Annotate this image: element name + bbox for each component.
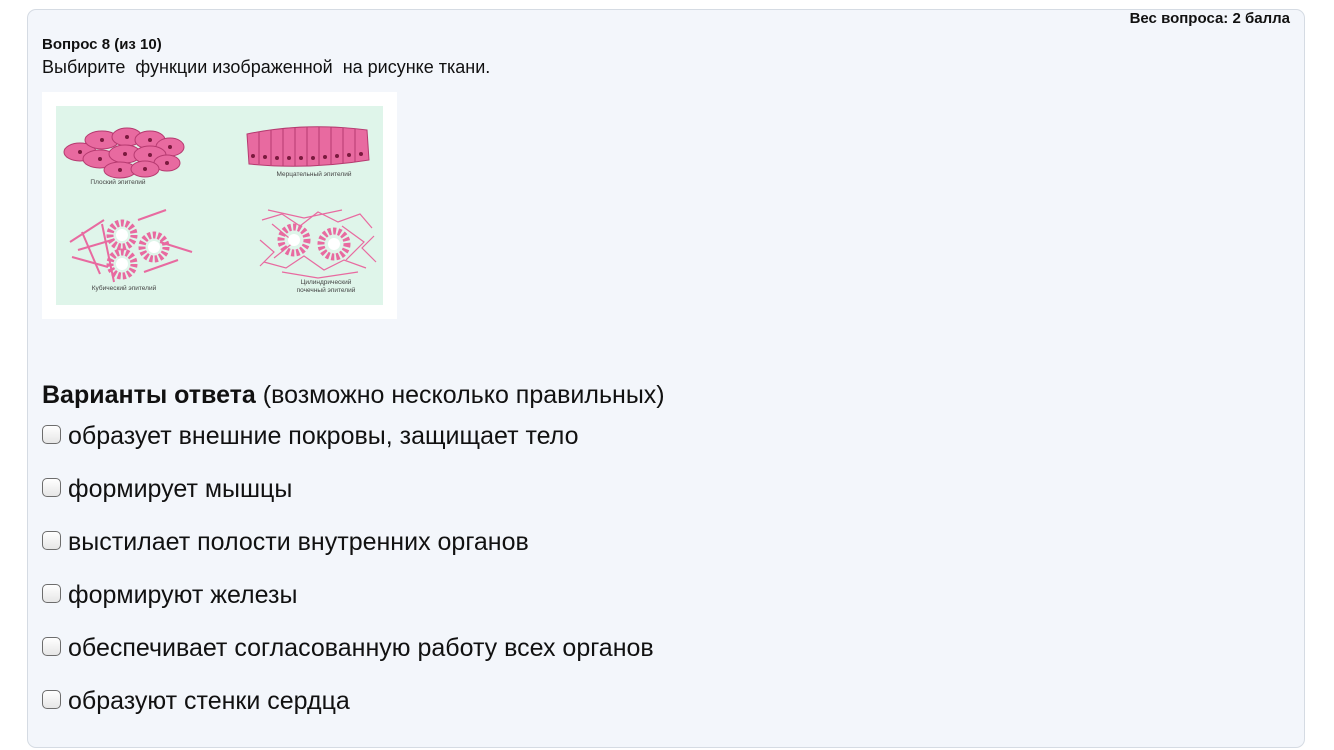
caption-cylindrical-line2: почечный эпителий <box>297 286 356 294</box>
answers-heading: Варианты ответа (возможно несколько прав… <box>42 381 665 410</box>
caption-cubic: Кубический эпителий <box>92 284 157 292</box>
checkbox[interactable] <box>42 690 61 709</box>
answer-options: образует внешние покровы, защищает тело … <box>42 419 654 737</box>
checkbox[interactable] <box>42 584 61 603</box>
answer-option-2[interactable]: формирует мышцы <box>42 472 654 525</box>
ciliated-epithelium-drawing <box>246 126 370 167</box>
answer-option-4[interactable]: формируют железы <box>42 578 654 631</box>
checkbox[interactable] <box>42 637 61 656</box>
answer-option-label[interactable]: выстилает полости внутренних органов <box>68 525 529 559</box>
caption-flat: Плоский эпителий <box>90 178 146 186</box>
checkbox[interactable] <box>42 425 61 444</box>
question-number: Вопрос 8 (из 10) <box>42 36 162 53</box>
question-weight: Вес вопроса: 2 балла <box>1129 10 1290 27</box>
answer-option-label[interactable]: образует внешние покровы, защищает тело <box>68 419 578 453</box>
answers-heading-bold: Варианты ответа <box>42 381 256 409</box>
caption-ciliated: Мерцательный эпителий <box>277 170 352 178</box>
caption-cylindrical-line1: Цилиндрический <box>301 278 352 286</box>
tissue-figure: Плоский эпителий Мерцательный эпителий К… <box>42 92 397 319</box>
answer-option-3[interactable]: выстилает полости внутренних органов <box>42 525 654 578</box>
answer-option-label[interactable]: обеспечивает согласованную работу всех о… <box>68 631 654 665</box>
answer-option-label[interactable]: образуют стенки сердца <box>68 684 350 718</box>
answer-option-label[interactable]: формирует мышцы <box>68 472 292 506</box>
question-text: Выбирите функции изображенной на рисунке… <box>42 57 491 77</box>
answers-heading-note: (возможно несколько правильных) <box>255 381 665 409</box>
answer-option-1[interactable]: образует внешние покровы, защищает тело <box>42 419 654 472</box>
question-card: Вес вопроса: 2 балла Вопрос 8 (из 10) Вы… <box>27 9 1305 748</box>
checkbox[interactable] <box>42 531 61 550</box>
checkbox[interactable] <box>42 478 61 497</box>
answer-option-5[interactable]: обеспечивает согласованную работу всех о… <box>42 631 654 684</box>
answer-option-6[interactable]: образуют стенки сердца <box>42 684 654 737</box>
answer-option-label[interactable]: формируют железы <box>68 578 297 612</box>
